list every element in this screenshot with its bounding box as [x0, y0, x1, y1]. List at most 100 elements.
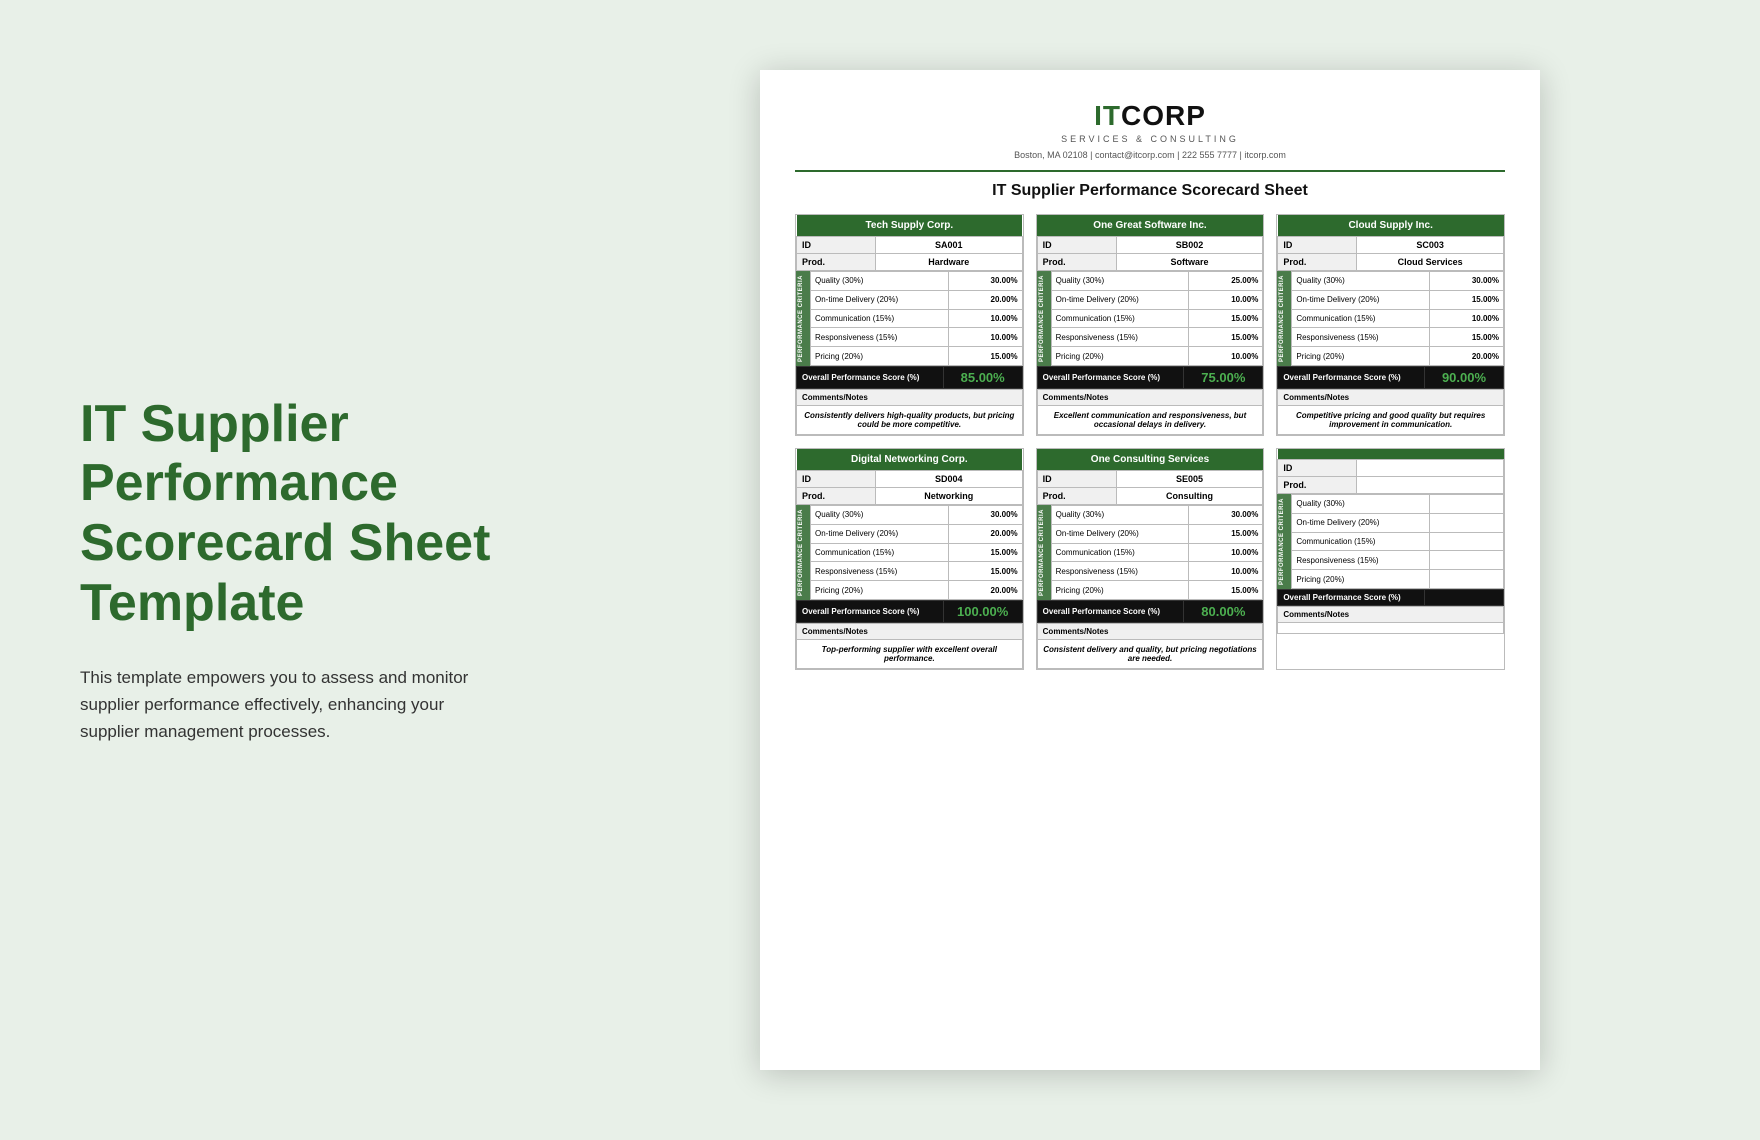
scorecard-5: IDProd.PERFORMANCE CRITERIAQuality (30%)…: [1276, 448, 1505, 670]
criteria-label-0-1: On-time Delivery (20%): [811, 290, 949, 309]
criteria-value-2-4: 20.00%: [1429, 347, 1503, 366]
comments-label-4: Comments/Notes: [1037, 624, 1263, 640]
overall-value-4: 80.00%: [1184, 601, 1263, 623]
criteria-label-0-0: Quality (30%): [811, 272, 949, 291]
criteria-label-3-0: Quality (30%): [811, 506, 949, 525]
criteria-label-4-2: Communication (15%): [1051, 543, 1189, 562]
criteria-label-5-1: On-time Delivery (20%): [1292, 513, 1430, 532]
logo: ITCORP: [795, 100, 1505, 132]
criteria-value-4-0: 30.00%: [1189, 506, 1263, 525]
id-label-4: ID: [1037, 471, 1116, 488]
comments-text-1: Excellent communication and responsivene…: [1037, 406, 1263, 435]
criteria-label-4-3: Responsiveness (15%): [1051, 562, 1189, 581]
comments-text-4: Consistent delivery and quality, but pri…: [1037, 640, 1263, 669]
id-label-3: ID: [797, 471, 876, 488]
criteria-value-2-0: 30.00%: [1429, 272, 1503, 291]
scorecard-grid: Tech Supply Corp.IDSA001Prod.HardwarePER…: [795, 214, 1505, 670]
criteria-value-0-1: 20.00%: [948, 290, 1022, 309]
criteria-value-4-1: 15.00%: [1189, 524, 1263, 543]
overall-label-3: Overall Performance Score (%): [797, 601, 944, 623]
id-value-1: SB002: [1116, 237, 1263, 254]
overall-value-0: 85.00%: [943, 367, 1022, 389]
criteria-value-2-2: 10.00%: [1429, 309, 1503, 328]
prod-value-2: Cloud Services: [1357, 254, 1504, 271]
performance-criteria-label-3: PERFORMANCE CRITERIA: [796, 505, 810, 600]
criteria-label-1-2: Communication (15%): [1051, 309, 1189, 328]
prod-value-3: Networking: [875, 488, 1022, 505]
criteria-label-4-4: Pricing (20%): [1051, 581, 1189, 600]
logo-subtitle: SERVICES & CONSULTING: [795, 134, 1505, 144]
supplier-name-3: Digital Networking Corp.: [797, 449, 1023, 471]
comments-text-0: Consistently delivers high-quality produ…: [797, 406, 1023, 435]
criteria-label-0-3: Responsiveness (15%): [811, 328, 949, 347]
criteria-label-5-4: Pricing (20%): [1292, 570, 1430, 589]
comments-label-2: Comments/Notes: [1278, 390, 1504, 406]
id-value-5: [1357, 460, 1504, 477]
prod-label-4: Prod.: [1037, 488, 1116, 505]
scorecard-3: Digital Networking Corp.IDSD004Prod.Netw…: [795, 448, 1024, 670]
criteria-value-1-2: 15.00%: [1189, 309, 1263, 328]
criteria-label-3-3: Responsiveness (15%): [811, 562, 949, 581]
id-label-0: ID: [797, 237, 876, 254]
criteria-label-2-2: Communication (15%): [1292, 309, 1430, 328]
criteria-label-5-3: Responsiveness (15%): [1292, 551, 1430, 570]
criteria-label-4-1: On-time Delivery (20%): [1051, 524, 1189, 543]
id-value-4: SE005: [1116, 471, 1263, 488]
overall-label-2: Overall Performance Score (%): [1278, 367, 1425, 389]
criteria-label-0-4: Pricing (20%): [811, 347, 949, 366]
supplier-name-2: Cloud Supply Inc.: [1278, 215, 1504, 237]
criteria-value-1-3: 15.00%: [1189, 328, 1263, 347]
criteria-value-3-0: 30.00%: [948, 506, 1022, 525]
comments-text-5: [1278, 623, 1504, 634]
scorecard-0: Tech Supply Corp.IDSA001Prod.HardwarePER…: [795, 214, 1024, 436]
criteria-label-4-0: Quality (30%): [1051, 506, 1189, 525]
performance-criteria-label-1: PERFORMANCE CRITERIA: [1037, 271, 1051, 366]
criteria-value-1-0: 25.00%: [1189, 272, 1263, 291]
page-title: IT Supplier Performance Scorecard Sheet …: [80, 395, 500, 634]
overall-label-0: Overall Performance Score (%): [797, 367, 944, 389]
criteria-label-1-4: Pricing (20%): [1051, 347, 1189, 366]
overall-label-5: Overall Performance Score (%): [1278, 590, 1425, 606]
criteria-value-3-1: 20.00%: [948, 524, 1022, 543]
prod-value-4: Consulting: [1116, 488, 1263, 505]
prod-value-5: [1357, 477, 1504, 494]
criteria-value-0-2: 10.00%: [948, 309, 1022, 328]
overall-label-4: Overall Performance Score (%): [1037, 601, 1184, 623]
page-description: This template empowers you to assess and…: [80, 664, 500, 746]
prod-label-5: Prod.: [1278, 477, 1357, 494]
prod-value-0: Hardware: [875, 254, 1022, 271]
overall-value-3: 100.00%: [943, 601, 1022, 623]
prod-label-1: Prod.: [1037, 254, 1116, 271]
scorecard-1: One Great Software Inc.IDSB002Prod.Softw…: [1036, 214, 1265, 436]
criteria-value-1-4: 10.00%: [1189, 347, 1263, 366]
supplier-name-1: One Great Software Inc.: [1037, 215, 1263, 237]
performance-criteria-label-5: PERFORMANCE CRITERIA: [1277, 494, 1291, 589]
criteria-value-5-3: [1429, 551, 1503, 570]
supplier-name-4: One Consulting Services: [1037, 449, 1263, 471]
criteria-value-3-4: 20.00%: [948, 581, 1022, 600]
comments-label-5: Comments/Notes: [1278, 607, 1504, 623]
supplier-name-0: Tech Supply Corp.: [797, 215, 1023, 237]
scorecard-2: Cloud Supply Inc.IDSC003Prod.Cloud Servi…: [1276, 214, 1505, 436]
criteria-value-5-1: [1429, 513, 1503, 532]
logo-it: IT: [1094, 100, 1121, 131]
criteria-value-3-2: 15.00%: [948, 543, 1022, 562]
document: ITCORP SERVICES & CONSULTING Boston, MA …: [760, 70, 1540, 1070]
criteria-value-0-0: 30.00%: [948, 272, 1022, 291]
id-value-2: SC003: [1357, 237, 1504, 254]
criteria-label-0-2: Communication (15%): [811, 309, 949, 328]
overall-label-1: Overall Performance Score (%): [1037, 367, 1184, 389]
document-header: ITCORP SERVICES & CONSULTING Boston, MA …: [795, 100, 1505, 160]
criteria-label-2-0: Quality (30%): [1292, 272, 1430, 291]
performance-criteria-label-0: PERFORMANCE CRITERIA: [796, 271, 810, 366]
overall-value-2: 90.00%: [1425, 367, 1504, 389]
criteria-label-3-2: Communication (15%): [811, 543, 949, 562]
criteria-label-2-3: Responsiveness (15%): [1292, 328, 1430, 347]
header-divider: [795, 170, 1505, 172]
criteria-label-1-0: Quality (30%): [1051, 272, 1189, 291]
criteria-value-4-3: 10.00%: [1189, 562, 1263, 581]
criteria-label-5-2: Communication (15%): [1292, 532, 1430, 551]
id-value-0: SA001: [875, 237, 1022, 254]
document-title: IT Supplier Performance Scorecard Sheet: [795, 182, 1505, 200]
criteria-value-0-4: 15.00%: [948, 347, 1022, 366]
